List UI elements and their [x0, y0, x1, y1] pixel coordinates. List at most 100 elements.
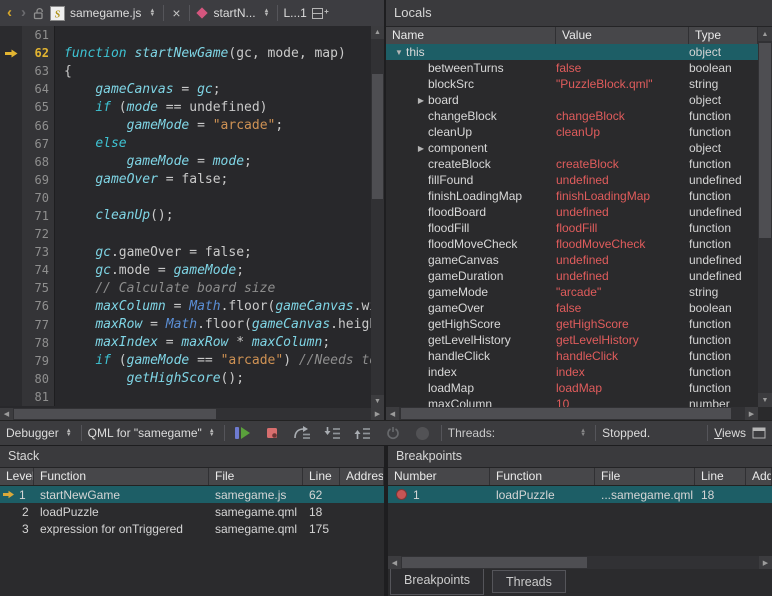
step-into-button[interactable]: [321, 423, 345, 443]
code-text[interactable]: if (mode == undefined): [55, 100, 371, 115]
breakpoint-row-1[interactable]: 1loadPuzzle...samegame.qml18: [388, 486, 772, 503]
line-number[interactable]: 61: [22, 26, 55, 44]
code-text[interactable]: maxRow = Math.floor(gameCanvas.height: [55, 317, 371, 332]
locals-row-gameCanvas[interactable]: gameCanvasundefinedundefined: [386, 252, 758, 268]
code-text[interactable]: gameOver = false;: [55, 172, 371, 187]
code-text[interactable]: {: [55, 64, 371, 79]
locals-row-gameOver[interactable]: gameOverfalseboolean: [386, 300, 758, 316]
breakpoints-header-file[interactable]: File: [595, 468, 695, 485]
breakpoint-margin[interactable]: [0, 225, 22, 243]
expander-collapsed-icon[interactable]: ▶: [414, 96, 428, 105]
breakpoint-margin[interactable]: [0, 26, 22, 44]
breakpoints-header-number[interactable]: Number: [388, 468, 490, 485]
breakpoint-margin[interactable]: [0, 116, 22, 134]
line-number[interactable]: 66: [22, 116, 55, 134]
exit-debugger-button[interactable]: [381, 423, 405, 443]
code-line-76[interactable]: 76 maxColumn = Math.floor(gameCanvas.wid: [0, 297, 371, 315]
breakpoint-margin[interactable]: [0, 261, 22, 279]
open-document-name[interactable]: samegame.js: [70, 6, 141, 20]
scroll-up-icon[interactable]: ▲: [758, 27, 772, 41]
breakpoint-margin[interactable]: [0, 388, 22, 406]
locals-row-loadMap[interactable]: loadMaploadMapfunction: [386, 380, 758, 396]
code-text[interactable]: getHighScore();: [55, 371, 371, 386]
locals-row-changeBlock[interactable]: changeBlockchangeBlockfunction: [386, 108, 758, 124]
scroll-right-icon[interactable]: ▶: [745, 407, 758, 420]
code-line-80[interactable]: 80 getHighScore();: [0, 370, 371, 388]
symbol-selector-dropdown[interactable]: ▲▼: [261, 9, 273, 18]
code-text[interactable]: else: [55, 136, 371, 151]
code-text[interactable]: gc.mode = gameMode;: [55, 263, 371, 278]
locals-row-finishLoadingMap[interactable]: finishLoadingMapfinishLoadingMapfunction: [386, 188, 758, 204]
line-number[interactable]: 74: [22, 261, 55, 279]
locals-row-fillFound[interactable]: fillFoundundefinedundefined: [386, 172, 758, 188]
execution-pointer-icon[interactable]: [0, 44, 22, 62]
scroll-right-icon[interactable]: ▶: [759, 556, 772, 569]
code-line-71[interactable]: 71 cleanUp();: [0, 207, 371, 225]
breakpoint-margin[interactable]: [0, 98, 22, 116]
breakpoints-horizontal-scrollbar[interactable]: ◀ ▶: [388, 556, 772, 569]
breakpoints-header-function[interactable]: Function: [490, 468, 595, 485]
locals-row-this[interactable]: ▼thisobject: [386, 44, 758, 60]
code-text[interactable]: gameMode = mode;: [55, 154, 371, 169]
line-number[interactable]: 63: [22, 62, 55, 80]
code-line-78[interactable]: 78 maxIndex = maxRow * maxColumn;: [0, 334, 371, 352]
locals-row-floodFill[interactable]: floodFillfloodFillfunction: [386, 220, 758, 236]
close-document-button[interactable]: ×: [169, 5, 183, 21]
scroll-right-icon[interactable]: ▶: [371, 408, 384, 420]
locals-row-getLevelHistory[interactable]: getLevelHistorygetLevelHistoryfunction: [386, 332, 758, 348]
step-over-button[interactable]: [291, 423, 315, 443]
breakpoint-margin[interactable]: [0, 370, 22, 388]
locals-row-floodMoveCheck[interactable]: floodMoveCheckfloodMoveCheckfunction: [386, 236, 758, 252]
stack-header-address[interactable]: Address: [340, 468, 384, 485]
current-symbol-name[interactable]: startN...: [214, 6, 256, 20]
breakpoint-margin[interactable]: [0, 135, 22, 153]
go-forward-button[interactable]: ›: [19, 6, 28, 20]
breakpoint-dot-icon[interactable]: [396, 489, 407, 500]
stack-header-line[interactable]: Line: [303, 468, 340, 485]
locals-vertical-scrollbar[interactable]: ▲ ▼: [758, 27, 772, 407]
line-number[interactable]: 65: [22, 98, 55, 116]
code-line-62[interactable]: 62function startNewGame(gc, mode, map): [0, 44, 371, 62]
stack-header-file[interactable]: File: [209, 468, 303, 485]
line-number[interactable]: 75: [22, 279, 55, 297]
dock-tab-breakpoints[interactable]: Breakpoints: [390, 569, 484, 595]
line-number[interactable]: 69: [22, 171, 55, 189]
step-out-button[interactable]: [351, 423, 375, 443]
scroll-down-icon[interactable]: ▼: [371, 395, 384, 408]
code-editor[interactable]: 6162function startNewGame(gc, mode, map)…: [0, 26, 371, 408]
expander-collapsed-icon[interactable]: ▶: [414, 144, 428, 153]
locals-row-component[interactable]: ▶componentobject: [386, 140, 758, 156]
locals-row-getHighScore[interactable]: getHighScoregetHighScorefunction: [386, 316, 758, 332]
expander-expanded-icon[interactable]: ▼: [392, 48, 406, 57]
scroll-thumb[interactable]: [372, 74, 383, 199]
editor-vertical-scrollbar[interactable]: ▲ ▼: [371, 26, 384, 408]
code-text[interactable]: gameMode = "arcade";: [55, 118, 371, 133]
locals-row-board[interactable]: ▶boardobject: [386, 92, 758, 108]
locals-row-floodBoard[interactable]: floodBoardundefinedundefined: [386, 204, 758, 220]
split-editor-icon[interactable]: [312, 7, 329, 20]
code-line-70[interactable]: 70: [0, 189, 371, 207]
line-number[interactable]: 71: [22, 207, 55, 225]
debug-target-combobox[interactable]: QML for "samegame" ▲▼: [88, 426, 218, 440]
code-line-81[interactable]: 81: [0, 388, 371, 406]
stack-frame-row-1[interactable]: 1startNewGamesamegame.js62: [0, 486, 384, 503]
locals-header-name[interactable]: Name: [386, 27, 556, 44]
locals-header-type[interactable]: Type: [689, 27, 758, 44]
document-selector-dropdown[interactable]: ▲▼: [146, 9, 158, 18]
locals-row-cleanUp[interactable]: cleanUpcleanUpfunction: [386, 124, 758, 140]
line-number[interactable]: 80: [22, 370, 55, 388]
breakpoint-margin[interactable]: [0, 80, 22, 98]
breakpoint-margin[interactable]: [0, 171, 22, 189]
code-text[interactable]: if (gameMode == "arcade") //Needs to: [55, 353, 371, 368]
code-line-77[interactable]: 77 maxRow = Math.floor(gameCanvas.height: [0, 316, 371, 334]
code-line-63[interactable]: 63{: [0, 62, 371, 80]
line-number[interactable]: 76: [22, 297, 55, 315]
breakpoint-margin[interactable]: [0, 207, 22, 225]
breakpoint-margin[interactable]: [0, 243, 22, 261]
line-number[interactable]: 72: [22, 225, 55, 243]
code-line-68[interactable]: 68 gameMode = mode;: [0, 153, 371, 171]
scroll-left-icon[interactable]: ◀: [0, 408, 13, 420]
line-number[interactable]: 68: [22, 153, 55, 171]
breakpoint-margin[interactable]: [0, 62, 22, 80]
breakpoint-margin[interactable]: [0, 297, 22, 315]
